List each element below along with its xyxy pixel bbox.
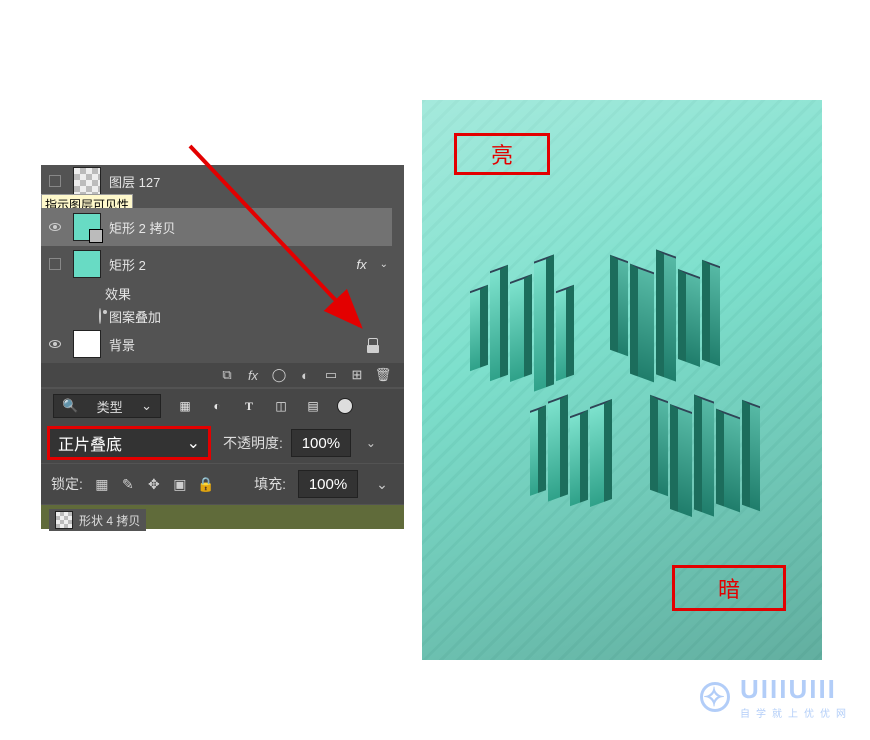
visibility-toggle[interactable] — [41, 328, 69, 360]
watermark-brand: UIIIUIII — [740, 674, 837, 704]
filter-smart-icon[interactable]: ▤ — [305, 398, 321, 414]
lock-all-icon[interactable]: 🔒 — [199, 477, 213, 491]
pattern-overlay-label: 图案叠加 — [109, 307, 161, 326]
filter-row: 🔍 类型 ⌄ ▦ ◐ T ◫ ▤ — [41, 389, 404, 423]
fill-value[interactable]: 100% — [298, 470, 358, 498]
lock-artboard-icon[interactable]: ▣ — [173, 477, 187, 491]
mask-icon[interactable]: ◯ — [272, 368, 286, 382]
callout-bright: 亮 — [454, 133, 550, 175]
layer-row-background[interactable]: 背景 — [41, 327, 392, 361]
chevron-down-icon[interactable]: ⌄ — [380, 259, 388, 270]
effects-label: 效果 — [105, 284, 131, 303]
stub-row: 形状 4 拷贝 — [41, 505, 404, 529]
callout-dark: 暗 — [672, 565, 786, 611]
blend-row: 正片叠底 ⌄ 不透明度: 100% ⌄ — [41, 423, 404, 463]
filter-shape-icon[interactable]: ◫ — [273, 398, 289, 414]
filter-toggle[interactable] — [337, 398, 353, 414]
group-icon[interactable]: ▭ — [324, 368, 338, 382]
trash-icon[interactable]: 🗑 — [376, 368, 390, 382]
layer-row-layer127[interactable]: 图层 127 — [41, 165, 404, 197]
filter-adjust-icon[interactable]: ◐ — [209, 398, 225, 414]
search-icon: 🔍 — [62, 398, 78, 414]
blend-mode-select[interactable]: 正片叠底 ⌄ — [49, 428, 209, 458]
chevron-down-icon: ⌄ — [187, 433, 200, 453]
layer-thumbnail — [73, 330, 101, 358]
layer-name[interactable]: 背景 — [109, 335, 135, 354]
link-icon[interactable]: ⧉ — [220, 368, 234, 382]
layers-panel: 图层 127 指示图层可见性 矩形 2 拷贝 矩形 2 fx ⌄ 效果 图案叠加… — [41, 165, 404, 529]
fill-dropdown[interactable]: ⌄ — [370, 470, 394, 498]
opacity-value[interactable]: 100% — [291, 429, 351, 457]
eye-icon — [49, 223, 61, 231]
filter-type-icon[interactable]: T — [241, 398, 257, 414]
filter-type-select[interactable]: 🔍 类型 ⌄ — [53, 394, 161, 418]
layer-name[interactable]: 矩形 2 拷贝 — [109, 218, 175, 237]
stub-label: 形状 4 拷贝 — [79, 512, 140, 529]
effects-row[interactable]: 效果 — [41, 281, 392, 305]
new-layer-icon[interactable]: ⊞ — [350, 368, 364, 382]
lock-row: 锁定: ▦ ✎ ✥ ▣ 🔒 填充: 100% ⌄ — [41, 464, 404, 504]
visibility-toggle[interactable] — [41, 165, 69, 197]
lock-move-icon[interactable]: ✥ — [147, 477, 161, 491]
fx-icon[interactable]: fx — [246, 368, 260, 382]
adjustment-icon[interactable]: ◐ — [298, 368, 312, 382]
opacity-label: 不透明度: — [223, 433, 283, 453]
visibility-toggle[interactable] — [41, 211, 69, 243]
layer-thumbnail — [55, 511, 73, 529]
layer-thumbnail — [73, 213, 101, 241]
fx-indicator[interactable]: fx — [356, 257, 366, 272]
visibility-toggle[interactable] — [41, 248, 69, 280]
layer-name[interactable]: 图层 127 — [109, 172, 160, 191]
layer-row-rect2[interactable]: 矩形 2 fx ⌄ — [41, 247, 392, 281]
eye-icon — [49, 340, 61, 348]
pattern-overlay-row[interactable]: 图案叠加 — [41, 305, 392, 327]
bulb-icon: ✧ — [700, 682, 730, 712]
layer-thumbnail — [73, 167, 101, 195]
layer-name[interactable]: 矩形 2 — [109, 255, 146, 274]
filter-pixel-icon[interactable]: ▦ — [177, 398, 193, 414]
layer-action-row: ⧉ fx ◯ ◐ ▭ ⊞ 🗑 — [41, 363, 404, 387]
lock-label: 锁定: — [51, 474, 83, 494]
fill-label: 填充: — [254, 474, 286, 494]
blend-mode-value: 正片叠底 — [58, 431, 122, 455]
watermark-sub: 自学就上优优网 — [740, 705, 852, 720]
filter-type-label: 类型 — [97, 397, 123, 416]
eye-icon[interactable] — [99, 309, 101, 323]
layer-row-rect2-copy[interactable]: 矩形 2 拷贝 — [41, 208, 392, 246]
layer-thumbnail — [73, 250, 101, 278]
opacity-dropdown[interactable]: ⌄ — [359, 429, 383, 457]
lock-brush-icon[interactable]: ✎ — [121, 477, 135, 491]
chevron-down-icon: ⌄ — [141, 398, 152, 414]
watermark: ✧ UIIIUIII 自学就上优优网 — [700, 674, 852, 720]
isometric-artwork — [460, 248, 780, 548]
lock-transparent-icon[interactable]: ▦ — [95, 477, 109, 491]
canvas-preview: 亮 暗 — [422, 100, 822, 660]
lock-icon — [368, 338, 378, 350]
